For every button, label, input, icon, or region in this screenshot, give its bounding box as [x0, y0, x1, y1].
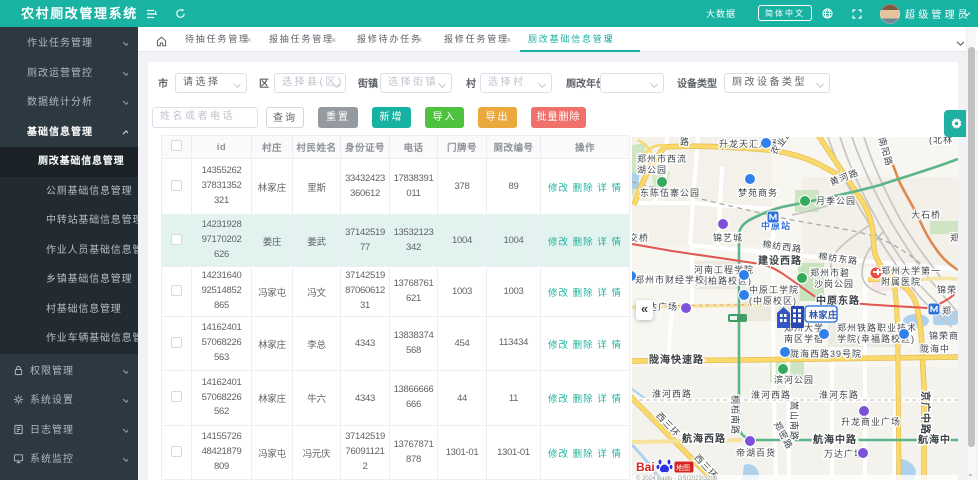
svg-text:沙岗公园: 沙岗公园 [814, 279, 854, 289]
svg-text:湖公园: 湖公园 [637, 165, 667, 175]
svg-text:Bai: Bai [636, 460, 655, 474]
svg-text:陇海中: 陇海中 [920, 343, 950, 354]
svg-text:中原工学院: 中原工学院 [749, 284, 799, 295]
svg-text:建设西路: 建设西路 [757, 254, 802, 267]
svg-text:郑州市财经学校: 郑州市财经学校 [635, 274, 705, 285]
svg-text:桐柏南路: 桐柏南路 [730, 395, 741, 435]
svg-text:梦苑商务: 梦苑商务 [738, 187, 778, 198]
svg-text:大石桥: 大石桥 [911, 209, 941, 220]
svg-text:升龙商业广场: 升龙商业广场 [841, 416, 901, 427]
svg-text:© 2024 Baidu - GS(2023)3206: © 2024 Baidu - GS(2023)3206 [636, 475, 718, 480]
svg-text:(北林: (北林 [929, 137, 953, 145]
svg-text:滨河公园: 滨河公园 [774, 374, 814, 385]
svg-text:郑州大学: 郑州大学 [784, 322, 824, 333]
svg-text:陇海西路39号院: 陇海西路39号院 [790, 348, 862, 359]
svg-text:(中原校区): (中原校区) [749, 295, 797, 306]
svg-text:郑州市碧: 郑州市碧 [810, 267, 850, 278]
svg-text:郑州市西流: 郑州市西流 [637, 153, 687, 164]
svg-text:林家庄: 林家庄 [809, 309, 838, 320]
svg-text:陇海快速路: 陇海快速路 [649, 353, 704, 366]
svg-text:交桥: 交桥 [632, 232, 649, 243]
svg-text:京广中路: 京广中路 [919, 391, 932, 435]
svg-text:东陈伍寨公园: 东陈伍寨公园 [640, 187, 700, 198]
svg-text:锦荣商: 锦荣商 [929, 330, 958, 341]
svg-text:嵩山南路: 嵩山南路 [789, 401, 800, 441]
svg-text:淮河西路: 淮河西路 [751, 389, 791, 400]
svg-text:路: 路 [680, 137, 690, 147]
svg-text:附属医院: 附属医院 [881, 276, 921, 287]
svg-text:锦艺城: 锦艺城 [713, 232, 743, 243]
svg-text:淮河东路: 淮河东路 [819, 389, 859, 400]
svg-text:中原东路: 中原东路 [816, 294, 860, 307]
svg-text:郑州大学第一: 郑州大学第一 [881, 265, 941, 276]
svg-text:航海西路: 航海西路 [682, 432, 726, 445]
svg-text:淮河西路: 淮河西路 [652, 388, 692, 399]
svg-text:月季公园: 月季公园 [816, 195, 856, 206]
svg-text:南区学宿: 南区学宿 [784, 333, 824, 344]
svg-text:郑: 郑 [942, 305, 951, 316]
svg-text:地图: 地图 [676, 463, 690, 472]
svg-text:郑州市: 郑州市 [950, 232, 958, 243]
svg-text:锦荣花: 锦荣花 [937, 284, 958, 295]
svg-text:帝湖百货: 帝湖百货 [736, 447, 776, 458]
svg-text:航海中路: 航海中路 [813, 433, 857, 446]
